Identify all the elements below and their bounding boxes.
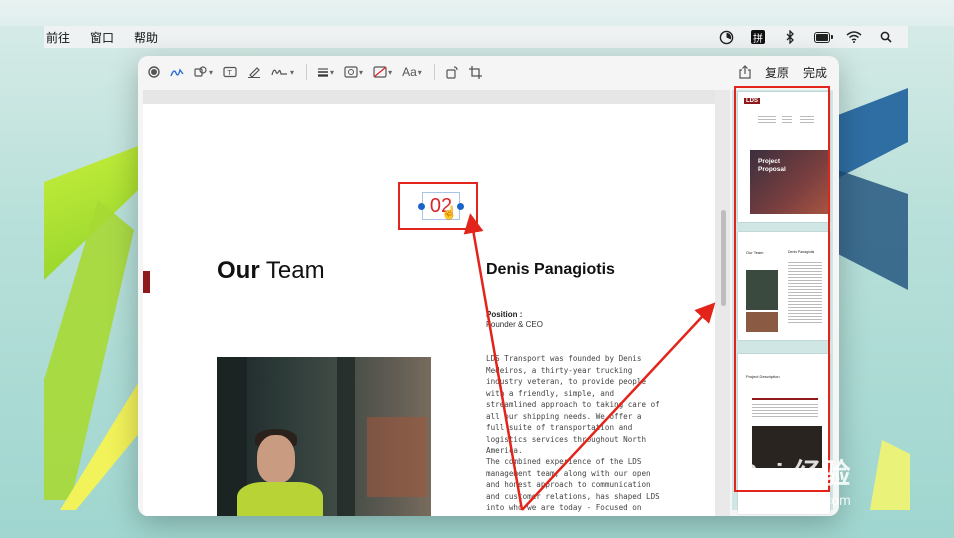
document-page: 02 ☝ Our Team Denis Panagiotis Position …	[143, 104, 715, 516]
page-top-gap	[143, 90, 715, 104]
watermark-url: jingyan.baidu.com	[738, 492, 851, 508]
record-icon[interactable]	[148, 62, 160, 82]
line-style-icon[interactable]: ▾	[317, 62, 334, 82]
shapes-tool-icon[interactable]: ▾	[194, 62, 213, 82]
text-style-icon[interactable]: Aa ▾	[402, 62, 422, 82]
bio-paragraph-2: The combined experience of the LDS manag…	[486, 457, 660, 512]
resize-handle-right[interactable]	[457, 203, 464, 210]
desktop-top-strip	[0, 0, 954, 26]
markup-toolbar: ▾ T ▾ ▾ ▾ ▾ Aa ▾ 复原 完成	[138, 56, 839, 88]
rotate-icon[interactable]	[445, 62, 459, 82]
bluetooth-icon[interactable]	[782, 29, 798, 45]
page-heading: Our Team	[217, 257, 325, 284]
battery-icon[interactable]	[814, 29, 833, 45]
crop-icon[interactable]	[468, 62, 482, 82]
wallpaper-shape	[838, 88, 908, 178]
brand-marker	[143, 271, 150, 293]
menu-go[interactable]: 前往	[46, 29, 70, 46]
position-value: Founder & CEO	[486, 320, 543, 329]
textbox-tool-icon[interactable]: T	[223, 62, 237, 82]
person-name: Denis Panagiotis	[486, 261, 615, 278]
share-icon[interactable]	[739, 62, 751, 82]
baidu-watermark: Bai 经验 jingyan.baidu.com	[738, 452, 928, 512]
team-photo	[217, 357, 431, 516]
menu-window[interactable]: 窗口	[90, 29, 114, 46]
border-color-icon[interactable]: ▾	[344, 62, 363, 82]
annotation-highlight-box: 02 ☝	[398, 182, 478, 230]
svg-text:T: T	[227, 69, 233, 77]
status-area: 拼	[718, 29, 894, 45]
done-button[interactable]: 完成	[803, 64, 827, 81]
toolbar-divider	[306, 64, 308, 80]
annotation-thumbnail-frame	[734, 86, 830, 492]
scrollbar-thumb[interactable]	[721, 210, 726, 306]
watermark-logo: Bai 经验	[738, 458, 852, 489]
fill-color-icon[interactable]: ▾	[373, 62, 392, 82]
input-method-icon[interactable]: 拼	[750, 29, 766, 45]
sketch-tool-icon[interactable]	[170, 62, 184, 82]
toolbar-right: 复原 完成	[729, 62, 827, 82]
position-label: Position :	[486, 310, 523, 319]
screen-time-icon[interactable]	[718, 29, 734, 45]
page-number-textbox[interactable]: 02 ☝	[418, 192, 464, 220]
revert-button[interactable]: 复原	[765, 64, 789, 81]
document-area: 02 ☝ Our Team Denis Panagiotis Position …	[143, 90, 730, 516]
wifi-icon[interactable]	[846, 29, 862, 45]
spotlight-search-icon[interactable]	[878, 29, 894, 45]
menu-help[interactable]: 帮助	[134, 29, 158, 46]
wallpaper-shape	[838, 170, 908, 290]
toolbar-divider	[433, 64, 435, 80]
bio-paragraph-1: LDS Transport was founded by Denis Medei…	[486, 354, 660, 455]
menu-bar: 前往 窗口 帮助 拼	[44, 26, 908, 48]
hand-cursor-icon: ☝	[441, 205, 458, 220]
resize-handle-left[interactable]	[418, 203, 425, 210]
highlight-tool-icon[interactable]	[247, 62, 261, 82]
signature-tool-icon[interactable]: ▾	[271, 62, 294, 82]
